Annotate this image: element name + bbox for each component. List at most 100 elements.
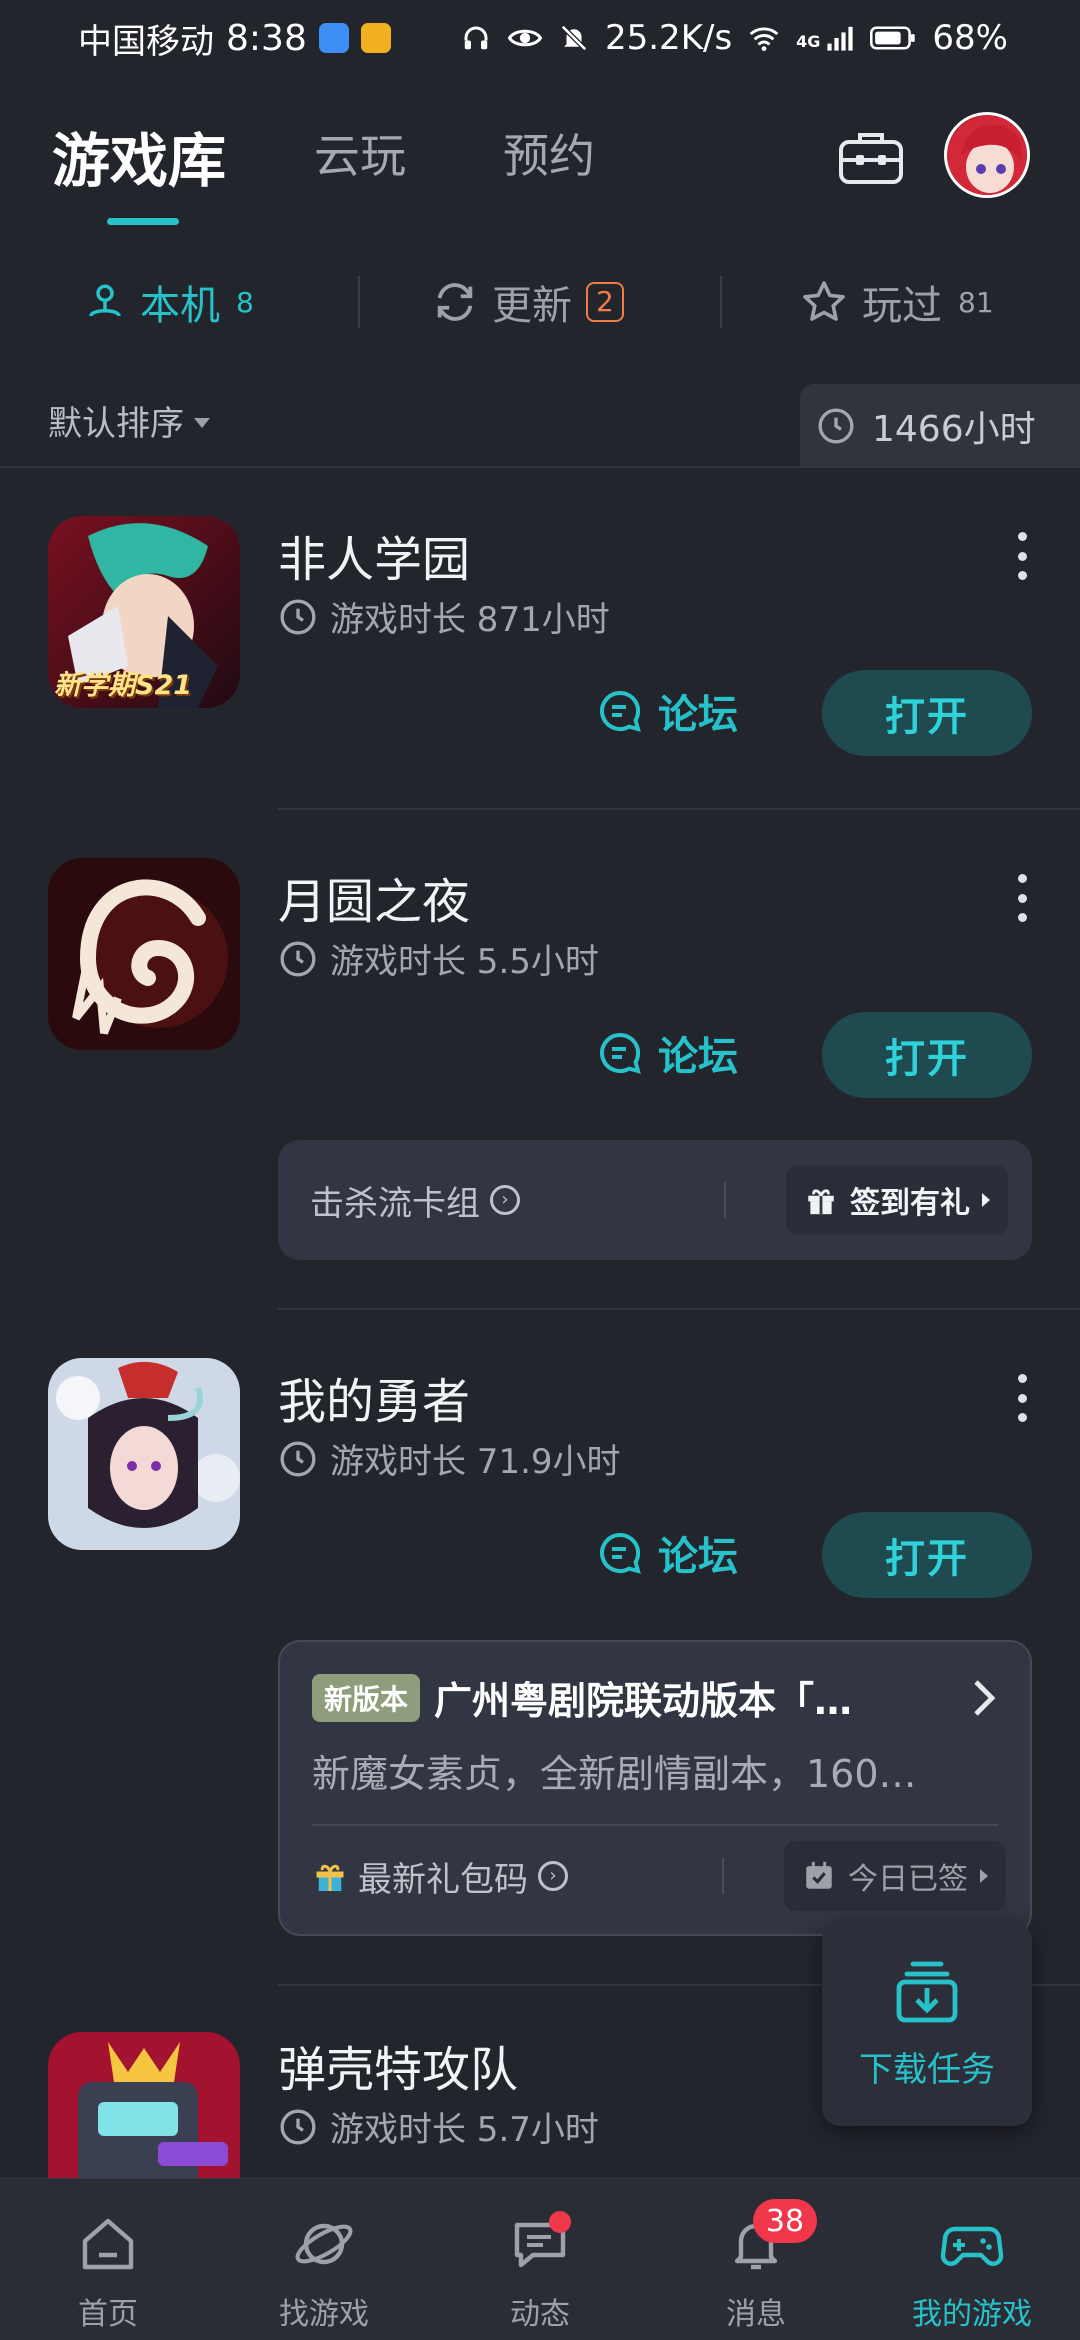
open-button[interactable]: 打开 bbox=[822, 1012, 1032, 1098]
news-description: 新魔女素贞，全新剧情副本，160… bbox=[312, 1752, 917, 1796]
news-tag: 新版本 bbox=[312, 1673, 421, 1722]
gift-icon bbox=[808, 1189, 834, 1215]
clock-icon bbox=[280, 2109, 316, 2144]
wifi-icon bbox=[749, 27, 779, 52]
gift-code-link[interactable]: 最新礼包码 › bbox=[312, 1852, 568, 1901]
sort-row: 默认排序 1466小时 bbox=[0, 380, 1080, 468]
top-navigation: 游戏库 云玩 预约 bbox=[0, 100, 1080, 230]
game-playtime: 游戏时长 5.7小时 bbox=[278, 2102, 599, 2151]
game-icon[interactable] bbox=[48, 858, 240, 1050]
game-item: 新学期S21 非人学园 游戏时长 871小时 论坛 打开 bbox=[0, 468, 1080, 810]
chevron-right-icon bbox=[974, 1679, 996, 1716]
signal-icon bbox=[827, 26, 854, 51]
game-icon[interactable] bbox=[48, 2032, 240, 2180]
nav-find-games[interactable]: 找游戏 bbox=[216, 2179, 432, 2340]
arrow-right-circle-icon: › bbox=[490, 1185, 520, 1215]
game-title: 月圆之夜 bbox=[278, 874, 471, 930]
deck-guide-link[interactable]: 击杀流卡组 › bbox=[310, 1176, 520, 1225]
more-options-icon[interactable] bbox=[1010, 1374, 1034, 1422]
divider bbox=[722, 1858, 724, 1894]
clock-icon bbox=[280, 599, 316, 634]
checkin-gift-button[interactable]: 签到有礼 bbox=[786, 1165, 1008, 1235]
local-device-icon bbox=[89, 284, 121, 317]
update-count-badge: 2 bbox=[586, 282, 624, 322]
clock: 8:38 bbox=[226, 17, 307, 59]
game-icon[interactable]: 新学期S21 bbox=[48, 516, 240, 708]
forum-icon bbox=[600, 1532, 641, 1574]
gift-icon bbox=[316, 1864, 344, 1891]
battery-icon bbox=[870, 26, 916, 50]
game-playtime: 游戏时长 71.9小时 bbox=[278, 1434, 621, 1483]
download-task-button[interactable]: 下载任务 bbox=[822, 1922, 1032, 2126]
game-playtime: 游戏时长 871小时 bbox=[278, 592, 610, 641]
download-icon bbox=[896, 1961, 958, 2022]
tab-reservation[interactable]: 预约 bbox=[503, 120, 595, 186]
checkin-label: 签到有礼 bbox=[850, 1186, 970, 1221]
game-playtime-label: 游戏时长 5.7小时 bbox=[330, 2110, 599, 2150]
forum-button[interactable]: 论坛 bbox=[596, 676, 766, 746]
forum-button[interactable]: 论坛 bbox=[596, 1018, 766, 1088]
total-playtime-value: 1466小时 bbox=[872, 409, 1036, 450]
subtab-played-label: 玩过 bbox=[862, 283, 942, 329]
chevron-right-icon bbox=[982, 1193, 990, 1207]
sort-dropdown[interactable]: 默认排序 bbox=[48, 396, 210, 445]
game-icon-caption: 新学期S21 bbox=[54, 670, 193, 701]
nav-my-games-label: 我的游戏 bbox=[912, 2297, 1032, 2332]
home-icon bbox=[75, 2211, 141, 2277]
nav-home-label: 首页 bbox=[78, 2297, 138, 2332]
star-icon bbox=[803, 281, 845, 321]
game-title: 非人学园 bbox=[278, 532, 471, 588]
more-options-icon[interactable] bbox=[1010, 532, 1034, 580]
subtab-divider bbox=[358, 276, 360, 328]
forum-icon bbox=[600, 1032, 641, 1074]
tab-cloud-play[interactable]: 云玩 bbox=[314, 120, 406, 186]
bottom-navigation: 首页 找游戏 动态 38 消息 我的游戏 bbox=[0, 2178, 1080, 2340]
clock-icon bbox=[818, 408, 854, 444]
game-news-card[interactable]: 新版本 广州粤剧院联动版本「… 新魔女素贞，全新剧情副本，160… 最新礼包码 … bbox=[278, 1640, 1032, 1936]
deck-guide-label: 击杀流卡组 bbox=[310, 1183, 480, 1224]
eye-icon bbox=[507, 29, 543, 47]
subtab-played[interactable]: 玩过 81 bbox=[800, 262, 994, 342]
game-title: 我的勇者 bbox=[278, 1374, 471, 1430]
calendar-check-icon bbox=[806, 1861, 832, 1889]
network-speed: 25.2K/s bbox=[604, 18, 733, 58]
toolbox-icon[interactable] bbox=[838, 130, 904, 186]
cloud-app-icon bbox=[318, 23, 349, 53]
game-playtime-label: 游戏时长 71.9小时 bbox=[330, 1442, 621, 1482]
nav-feed[interactable]: 动态 bbox=[432, 2179, 648, 2340]
game-item: 我的勇者 游戏时长 71.9小时 论坛 打开 新版本 广州粤剧院联动版本「… 新… bbox=[0, 1310, 1080, 1990]
open-button[interactable]: 打开 bbox=[822, 1512, 1032, 1598]
open-button[interactable]: 打开 bbox=[822, 670, 1032, 756]
game-extra-card: 击杀流卡组 › 签到有礼 bbox=[278, 1140, 1032, 1260]
nav-messages[interactable]: 38 消息 bbox=[648, 2179, 864, 2340]
notification-app-icon bbox=[360, 23, 391, 53]
subtab-local-label: 本机 bbox=[140, 283, 220, 329]
sort-label: 默认排序 bbox=[48, 404, 184, 444]
forum-button[interactable]: 论坛 bbox=[596, 1518, 766, 1588]
mute-icon bbox=[560, 24, 588, 52]
forum-label: 论坛 bbox=[658, 1534, 738, 1580]
user-avatar[interactable] bbox=[944, 112, 1030, 198]
arrow-right-circle-icon: › bbox=[538, 1861, 568, 1891]
game-playtime: 游戏时长 5.5小时 bbox=[278, 934, 599, 983]
bell-icon: 38 bbox=[723, 2199, 817, 2277]
subtab-divider bbox=[720, 276, 722, 328]
checked-in-button[interactable]: 今日已签 bbox=[784, 1841, 1006, 1911]
game-playtime-label: 游戏时长 5.5小时 bbox=[330, 942, 599, 982]
nav-my-games[interactable]: 我的游戏 bbox=[864, 2179, 1080, 2340]
subtab-update[interactable]: 更新 2 bbox=[432, 262, 624, 342]
more-options-icon[interactable] bbox=[1010, 874, 1034, 922]
gamepad-icon bbox=[939, 2211, 1005, 2277]
forum-icon bbox=[600, 690, 641, 732]
gift-code-label: 最新礼包码 bbox=[358, 1859, 528, 1900]
game-item: 月圆之夜 游戏时长 5.5小时 论坛 打开 击杀流卡组 › 签到有礼 bbox=[0, 810, 1080, 1310]
game-icon[interactable] bbox=[48, 1358, 240, 1550]
chevron-right-icon bbox=[980, 1869, 988, 1883]
subtab-local[interactable]: 本机 8 bbox=[84, 262, 254, 342]
nav-home[interactable]: 首页 bbox=[0, 2179, 216, 2340]
subtab-played-count: 81 bbox=[958, 285, 994, 319]
game-title: 弹壳特攻队 bbox=[278, 2042, 519, 2098]
message-count-badge: 38 bbox=[753, 2199, 817, 2243]
tab-game-library[interactable]: 游戏库 bbox=[52, 114, 226, 198]
carrier-label: 中国移动 bbox=[78, 21, 214, 62]
